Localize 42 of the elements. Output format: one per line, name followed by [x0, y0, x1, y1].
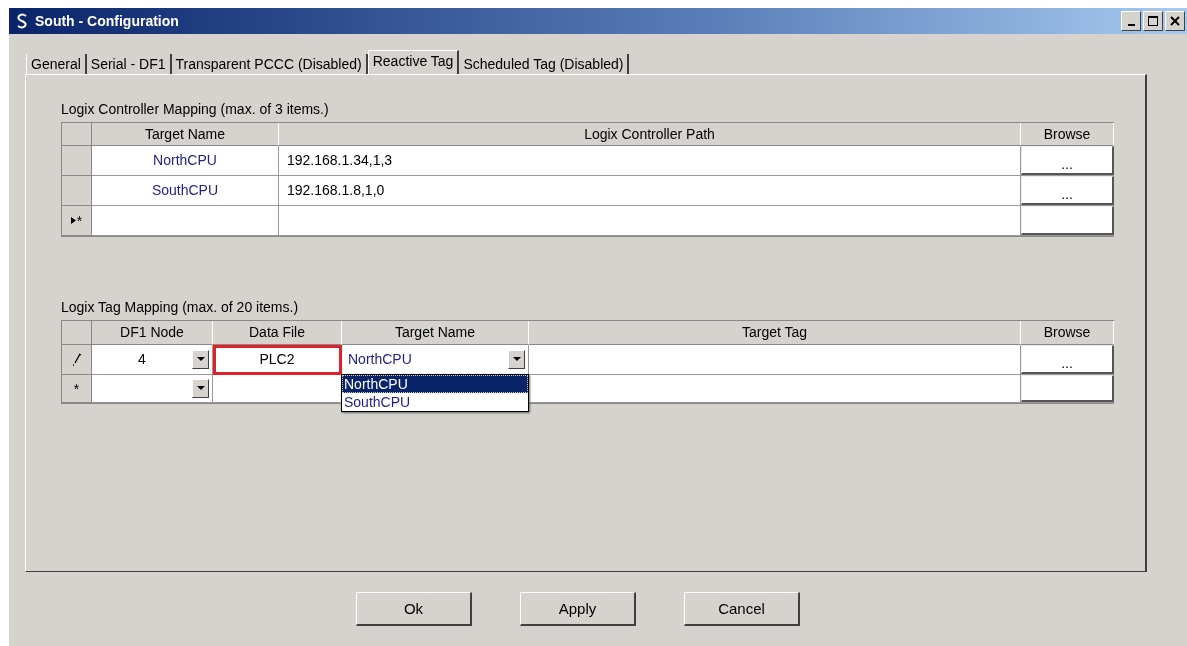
app-icon: [15, 13, 29, 29]
table-cell: 192.168.1.34,1,3: [279, 146, 1021, 176]
table-cell: NorthCPU: [92, 146, 279, 176]
table-cell: 192.168.1.8,1,0: [279, 176, 1021, 206]
current-row-arrow-icon: [70, 217, 76, 224]
tab[interactable]: General: [26, 54, 87, 74]
combo-box[interactable]: NorthCPU: [342, 345, 529, 375]
browse-button[interactable]: [1021, 375, 1114, 402]
window-title: South - Configuration: [35, 13, 179, 29]
dropdown-option[interactable]: SouthCPU: [342, 393, 528, 411]
minimize-button[interactable]: [1121, 11, 1141, 31]
close-button[interactable]: [1165, 11, 1185, 31]
column-header: Target Name: [342, 321, 529, 345]
browse-button[interactable]: ...: [1021, 146, 1114, 175]
dialog-button[interactable]: Apply: [520, 592, 636, 626]
minimize-icon: [1127, 23, 1135, 26]
browse-button[interactable]: ...: [1021, 176, 1114, 205]
new-row-marker: *: [62, 375, 92, 403]
section-title: Logix Tag Mapping (max. of 20 items.): [61, 299, 300, 315]
column-header: Data File: [213, 321, 342, 345]
combo-box[interactable]: [92, 375, 213, 403]
column-header: DF1 Node: [92, 321, 213, 345]
section-title: Logix Controller Mapping (max. of 3 items.): [61, 101, 330, 117]
dialog-button[interactable]: Ok: [356, 592, 472, 626]
column-header: Browse: [1021, 123, 1114, 146]
new-row-marker: *: [62, 206, 92, 236]
browse-button[interactable]: ...: [1021, 345, 1114, 374]
close-icon: [1170, 16, 1180, 26]
column-header: Logix Controller Path: [279, 123, 1021, 146]
table-cell: SouthCPU: [92, 176, 279, 206]
combo-box[interactable]: 4: [92, 345, 213, 375]
column-header: Target Tag: [529, 321, 1021, 345]
column-header: Browse: [1021, 321, 1114, 345]
column-header: Target Name: [92, 123, 279, 146]
dialog-button[interactable]: Cancel: [684, 592, 800, 626]
table-cell: PLC2: [213, 345, 342, 375]
browse-button[interactable]: [1021, 206, 1114, 235]
maximize-button[interactable]: [1143, 11, 1163, 31]
dropdown-option[interactable]: NorthCPU: [342, 375, 528, 393]
pencil-icon: [71, 353, 82, 366]
tab[interactable]: Reactive Tag: [367, 50, 460, 74]
maximize-icon: [1148, 16, 1158, 26]
